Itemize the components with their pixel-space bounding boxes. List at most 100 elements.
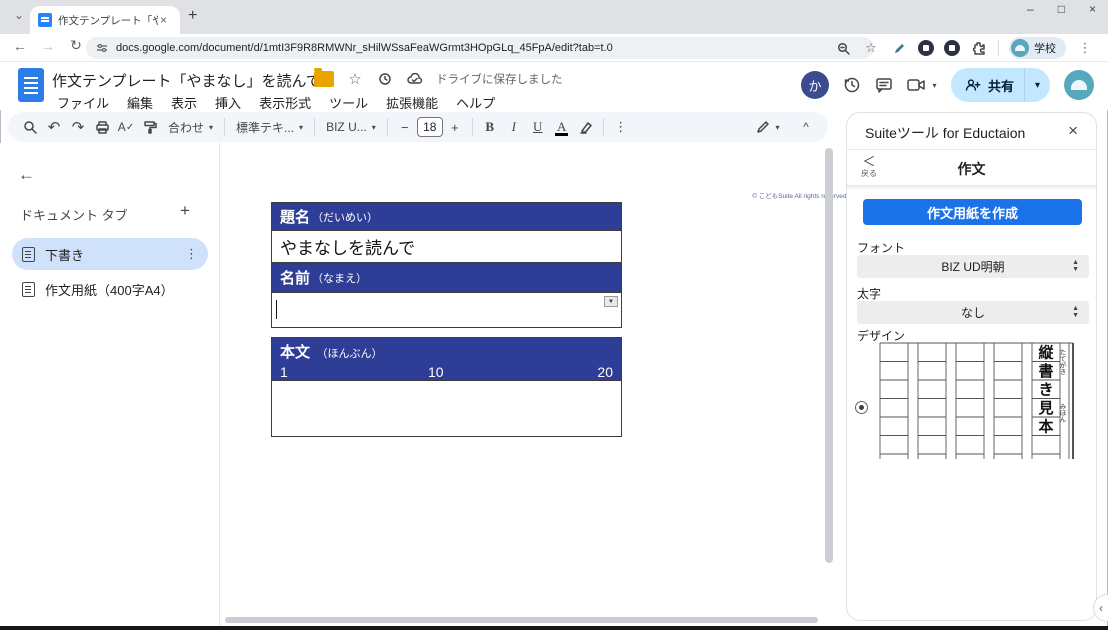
paragraph-style-select[interactable]: 標準テキ...▾ [230, 115, 309, 139]
font-size-input[interactable]: 18 [417, 117, 443, 137]
maximize-button[interactable]: □ [1058, 2, 1065, 16]
search-menus-icon[interactable] [18, 115, 42, 139]
extensions-puzzle-icon[interactable] [970, 39, 988, 57]
doc-table-top[interactable]: 題名 （だいめい） やまなしを読んで 名前 （なまえ） ▼ [271, 202, 622, 328]
zoom-select[interactable]: 合わせ▾ [162, 115, 219, 139]
create-paper-button[interactable]: 作文用紙を作成 [863, 199, 1082, 225]
side-panel-collapse-button[interactable]: ‹ [1093, 594, 1108, 622]
reload-button[interactable]: ↻ [64, 37, 88, 54]
hide-menus-icon[interactable]: ^ [794, 115, 818, 139]
tab-close-icon[interactable]: × [160, 13, 167, 27]
extension-a-icon[interactable] [944, 40, 960, 56]
redo-icon[interactable]: ↷ [66, 115, 90, 139]
browser-toolbar: ← → ↻ docs.google.com/document/d/1mtI3F9… [0, 34, 1108, 62]
table-header-body[interactable]: 本文 （ほんぶん） 1 10 20 [272, 338, 621, 380]
print-icon[interactable] [90, 115, 114, 139]
text-color-icon[interactable]: A [550, 115, 574, 139]
star-document-icon[interactable]: ☆ [346, 70, 364, 88]
select-arrows-icon: ▲▼ [1072, 259, 1079, 273]
preview-char: 本 [1038, 418, 1053, 436]
panel-title: Suiteツール for Eductaion [865, 123, 1025, 143]
add-tab-button[interactable]: + [180, 201, 190, 221]
extension-d-icon[interactable] [918, 40, 934, 56]
vertical-writing-preview[interactable]: 縦 書 き 見 本 たてがき みほん [877, 341, 1077, 459]
forward-button[interactable]: → [36, 38, 60, 54]
share-person-icon [965, 78, 981, 92]
panel-bold-select[interactable]: なし ▲▼ [857, 301, 1089, 324]
highlight-color-icon[interactable] [574, 115, 598, 139]
menu-tools[interactable]: ツール [322, 92, 375, 113]
sidebar-item-paper[interactable]: 作文用紙（400字A4） [12, 273, 208, 305]
video-dropdown-icon[interactable]: ▾ [932, 81, 936, 90]
extension-pencil-icon[interactable] [890, 39, 908, 57]
menu-edit[interactable]: 編集 [120, 92, 160, 113]
profile-avatar [1011, 39, 1029, 57]
move-folder-icon[interactable] [314, 71, 334, 87]
increase-font-icon[interactable]: + [443, 115, 467, 139]
collaborator-badge[interactable]: か [801, 71, 829, 99]
table-cell-name-value[interactable]: ▼ [272, 292, 621, 327]
panel-font-select[interactable]: BIZ UD明朝 ▲▼ [857, 255, 1089, 278]
minimize-button[interactable]: – [1027, 2, 1034, 16]
table-cell-body-value[interactable] [272, 380, 621, 436]
save-status: ドライブに保存しました [436, 71, 563, 87]
document-status-icon[interactable] [376, 70, 394, 88]
decrease-font-icon[interactable]: − [393, 115, 417, 139]
design-radio-selected[interactable] [855, 401, 868, 414]
doc-table-body[interactable]: 本文 （ほんぶん） 1 10 20 [271, 337, 622, 437]
undo-icon[interactable]: ↶ [42, 115, 66, 139]
tab-options-icon[interactable]: ⋮ [185, 246, 198, 262]
cloud-saved-icon[interactable] [406, 70, 424, 88]
window-close-button[interactable]: × [1089, 2, 1096, 16]
share-dropdown-icon[interactable]: ▾ [1024, 68, 1050, 102]
tab-title: 作文テンプレート「やまなし」を読んで [58, 13, 158, 28]
sidebar-heading: ドキュメント タブ [20, 205, 128, 224]
menu-file[interactable]: ファイル [50, 92, 116, 113]
bookmark-star-icon[interactable]: ☆ [862, 39, 880, 57]
window-bottom-edge [0, 626, 1108, 630]
share-button[interactable]: 共有 ▾ [951, 68, 1050, 102]
menu-extensions[interactable]: 拡張機能 [379, 92, 445, 113]
table-header-title[interactable]: 題名 （だいめい） [272, 203, 621, 230]
address-bar[interactable]: docs.google.com/document/d/1mtI3F9R8RMWN… [86, 37, 874, 59]
version-history-icon[interactable] [843, 76, 861, 94]
doc-tab-icon [22, 247, 35, 262]
document-title[interactable]: 作文テンプレート「やまなし」を読んで [52, 70, 321, 91]
document-vertical-scrollbar[interactable] [825, 148, 833, 568]
browser-menu-icon[interactable]: ⋮ [1076, 39, 1094, 57]
bold-icon[interactable]: B [478, 115, 502, 139]
menu-bar: ファイル 編集 表示 挿入 表示形式 ツール 拡張機能 ヘルプ [50, 92, 502, 113]
comments-icon[interactable] [875, 76, 893, 94]
video-call-icon[interactable]: ▾ [907, 76, 937, 94]
profile-label: 学校 [1034, 40, 1056, 56]
browser-tab[interactable]: 作文テンプレート「やまなし」を読んで × [30, 6, 180, 34]
account-avatar[interactable] [1064, 70, 1094, 100]
underline-icon[interactable]: U [526, 115, 550, 139]
document-horizontal-scrollbar[interactable] [225, 617, 818, 623]
new-tab-button[interactable]: + [188, 7, 197, 25]
panel-close-icon[interactable]: × [1068, 121, 1078, 141]
toolbar-more-icon[interactable]: ⋮ [609, 115, 633, 139]
back-button[interactable]: ← [8, 38, 32, 54]
editing-mode-select[interactable]: ▾ [756, 115, 780, 139]
docs-logo-icon[interactable] [18, 68, 44, 102]
menu-help[interactable]: ヘルプ [449, 92, 502, 113]
paint-format-icon[interactable] [138, 115, 162, 139]
table-header-name[interactable]: 名前 （なまえ） [272, 263, 621, 292]
menu-insert[interactable]: 挿入 [208, 92, 248, 113]
cell-dropdown-icon[interactable]: ▼ [604, 296, 618, 307]
site-settings-icon[interactable] [96, 42, 108, 54]
zoom-page-icon[interactable] [834, 39, 852, 57]
menu-format[interactable]: 表示形式 [252, 92, 318, 113]
table-cell-title-value[interactable]: やまなしを読んで [272, 230, 621, 263]
profile-chip[interactable]: 学校 [1009, 37, 1066, 59]
menu-view[interactable]: 表示 [164, 92, 204, 113]
sidebar-back-icon[interactable]: ← [18, 165, 35, 185]
font-family-select[interactable]: BIZ U...▾ [320, 115, 382, 139]
sidebar-item-draft[interactable]: 下書き ⋮ [12, 238, 208, 270]
preview-furigana-top: たてがき [1058, 349, 1066, 376]
docs-favicon-icon [38, 13, 52, 27]
spellcheck-icon[interactable]: A✓ [114, 115, 138, 139]
italic-icon[interactable]: I [502, 115, 526, 139]
tab-search-icon[interactable]: ⌄ [10, 8, 28, 22]
